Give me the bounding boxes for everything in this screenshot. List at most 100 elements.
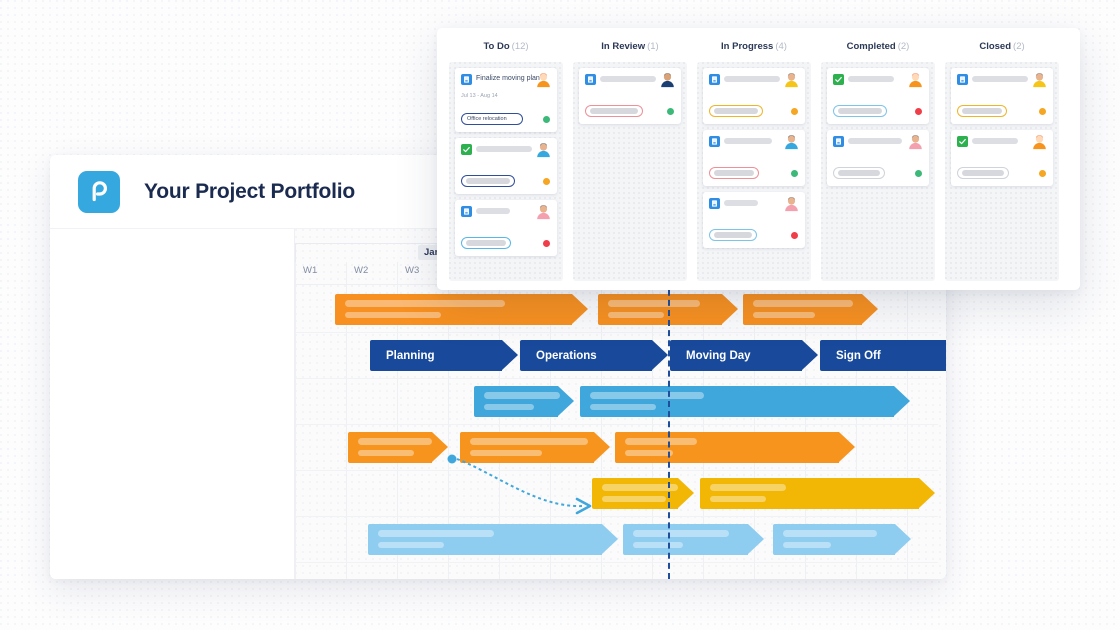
gantt-bar[interactable]: [743, 294, 878, 325]
kanban-card-avatar[interactable]: [907, 71, 924, 88]
kanban-card-status-dot: [543, 240, 550, 247]
kanban-card-avatar[interactable]: [535, 71, 552, 88]
kanban-card-tag[interactable]: [709, 167, 759, 179]
gantt-bar-placeholder: [358, 438, 432, 445]
gantt-bar-placeholder: [345, 300, 505, 307]
check-icon: [833, 74, 844, 85]
gantt-bar-body: [743, 294, 862, 325]
kanban-column-title: To Do: [483, 41, 510, 52]
kanban-card[interactable]: [455, 200, 557, 256]
gantt-bar-label: Sign Off: [836, 349, 881, 362]
kanban-card-tag[interactable]: [833, 167, 885, 179]
gantt-bar[interactable]: Moving Day: [670, 340, 818, 371]
gantt-bar[interactable]: [580, 386, 910, 417]
gantt-bar[interactable]: Sign Off: [820, 340, 946, 371]
gantt-bar-placeholder: [633, 542, 683, 548]
gantt-bar-arrow: [895, 524, 911, 554]
gantt-bar-placeholder: [484, 392, 560, 399]
gantt-bar-arrow: [502, 340, 518, 370]
kanban-card-avatar[interactable]: [535, 141, 552, 158]
kanban-card-tag-placeholder: [962, 108, 1002, 114]
kanban-column-body[interactable]: [945, 62, 1059, 281]
kanban-card[interactable]: [827, 130, 929, 186]
doc-icon: [709, 198, 720, 209]
kanban-card-status-dot: [791, 232, 798, 239]
kanban-card-avatar[interactable]: [535, 203, 552, 220]
kanban-card[interactable]: [951, 130, 1053, 186]
kanban-card[interactable]: [827, 68, 929, 124]
kanban-card[interactable]: Finalize moving plan Jul 13 - Aug 14 Offic…: [455, 68, 557, 132]
kanban-card-status-dot: [915, 170, 922, 177]
kanban-card-avatar[interactable]: [659, 71, 676, 88]
gantt-bar[interactable]: Operations: [520, 340, 668, 371]
kanban-card[interactable]: [579, 68, 681, 124]
page-title: Your Project Portfolio: [144, 179, 356, 203]
kanban-column-body[interactable]: [697, 62, 811, 281]
kanban-card-status-dot: [1039, 108, 1046, 115]
kanban-card-tag[interactable]: [585, 105, 643, 117]
kanban-card[interactable]: [703, 192, 805, 248]
kanban-card-avatar[interactable]: [783, 71, 800, 88]
kanban-card[interactable]: [703, 130, 805, 186]
kanban-card-avatar[interactable]: [783, 133, 800, 150]
gantt-bar-label: Moving Day: [686, 349, 751, 362]
kanban-card-tag[interactable]: [709, 105, 763, 117]
gantt-bar[interactable]: [348, 432, 448, 463]
gantt-bar-placeholder: [710, 484, 786, 491]
kanban-column-body[interactable]: Finalize moving plan Jul 13 - Aug 14 Offic…: [449, 62, 563, 281]
kanban-card-avatar[interactable]: [783, 195, 800, 212]
kanban-card-title-placeholder: [972, 138, 1018, 144]
kanban-column-count: (2): [897, 41, 910, 52]
kanban-card-title-placeholder: [724, 76, 780, 82]
gantt-bar-body: [623, 524, 748, 555]
gantt-bar-label: Planning: [386, 349, 435, 362]
kanban-card-tag-placeholder: [838, 108, 882, 114]
kanban-column-header: Closed (2): [945, 28, 1059, 52]
doc-icon: [957, 74, 968, 85]
kanban-card[interactable]: [703, 68, 805, 124]
gantt-bar-arrow: [558, 386, 574, 416]
gantt-bar[interactable]: Planning: [370, 340, 518, 371]
gantt-bar[interactable]: [773, 524, 911, 555]
kanban-card-status-dot: [543, 116, 550, 123]
doc-icon: [585, 74, 596, 85]
kanban-card-tag[interactable]: [957, 105, 1007, 117]
kanban-card-status-dot: [791, 170, 798, 177]
gantt-bar-body: [368, 524, 602, 555]
gantt-bar[interactable]: [368, 524, 618, 555]
kanban-column-body[interactable]: [573, 62, 687, 281]
gantt-bar-placeholder: [378, 530, 494, 537]
kanban-card-title-placeholder: [476, 208, 510, 214]
kanban-card-title-placeholder: [848, 138, 902, 144]
kanban-column-body[interactable]: [821, 62, 935, 281]
kanban-card-tag[interactable]: [709, 229, 757, 241]
gantt-bar-body: [773, 524, 895, 555]
gantt-bar-arrow: [572, 294, 588, 324]
gantt-bar-body: [460, 432, 594, 463]
gantt-bar[interactable]: [335, 294, 588, 325]
kanban-card-avatar[interactable]: [1031, 71, 1048, 88]
kanban-column-count: (1): [647, 41, 659, 52]
gantt-bar[interactable]: [460, 432, 610, 463]
kanban-card-status-dot: [915, 108, 922, 115]
kanban-card[interactable]: [455, 138, 557, 194]
kanban-card-tag[interactable]: Office relocation: [461, 113, 523, 125]
kanban-card-tag[interactable]: [957, 167, 1009, 179]
kanban-column-header: In Review (1): [573, 28, 687, 52]
kanban-card-tag-placeholder: [962, 170, 1004, 176]
kanban-card-avatar[interactable]: [907, 133, 924, 150]
kanban-card-title-placeholder: [476, 146, 532, 152]
doc-icon: [461, 74, 472, 85]
gantt-bar[interactable]: [700, 478, 935, 509]
kanban-card-tag[interactable]: [833, 105, 887, 117]
gantt-bar[interactable]: [615, 432, 855, 463]
gantt-bar-placeholder: [358, 450, 414, 456]
gantt-bar[interactable]: [623, 524, 764, 555]
kanban-card-avatar[interactable]: [1031, 133, 1048, 150]
gantt-bar[interactable]: [474, 386, 574, 417]
kanban-column: To Do (12) Finalize moving plan Jul 13 - Au…: [449, 28, 563, 281]
kanban-card[interactable]: [951, 68, 1053, 124]
gantt-bar[interactable]: [592, 478, 694, 509]
kanban-card-tag[interactable]: [461, 237, 511, 249]
kanban-card-tag[interactable]: [461, 175, 515, 187]
